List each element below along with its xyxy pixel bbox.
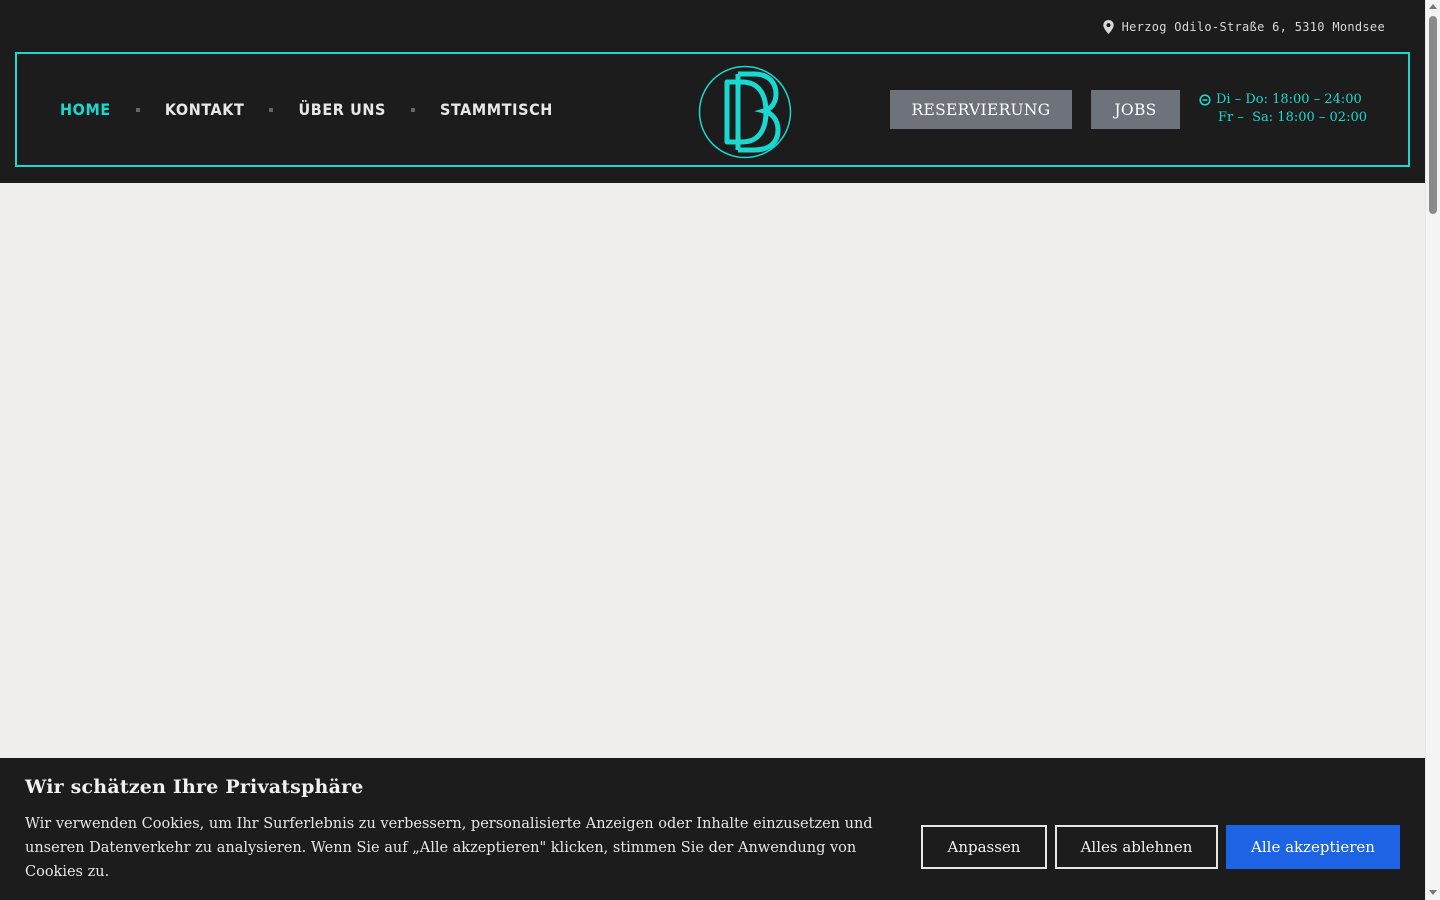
cookie-banner-text: Wir verwenden Cookies, um Ihr Surferlebn… (25, 816, 873, 880)
clock-icon (1199, 94, 1211, 106)
cookie-reject-all-button[interactable]: Alles ablehnen (1055, 825, 1218, 869)
nav-separator (269, 107, 274, 112)
jobs-button[interactable]: JOBS (1091, 90, 1180, 129)
nav-item-kontakt[interactable]: KONTAKT (165, 100, 245, 119)
reservation-button[interactable]: RESERVIERUNG (890, 90, 1072, 129)
nav-item-home[interactable]: HOME (60, 100, 111, 119)
cookie-customize-button[interactable]: Anpassen (921, 825, 1047, 869)
address-bar: Herzog Odilo-Straße 6, 5310 Mondsee (1102, 18, 1385, 36)
cookie-banner: Wir schätzen Ihre Privatsphäre Wir verwe… (0, 758, 1425, 900)
hours-line-1: Di – Do: 18:00 – 24:00 (1216, 92, 1362, 107)
scroll-down-icon[interactable] (1429, 890, 1437, 895)
scroll-thumb[interactable] (1429, 16, 1437, 214)
nav-separator (135, 107, 140, 112)
opening-hours-row: Fr – Sa: 18:00 – 02:00 (1199, 109, 1367, 127)
cookie-accept-all-button[interactable]: Alle akzeptieren (1226, 825, 1400, 869)
location-pin-icon (1102, 20, 1114, 34)
db-monogram-logo[interactable] (698, 65, 792, 159)
address-text: Herzog Odilo-Straße 6, 5310 Mondsee (1121, 20, 1385, 34)
nav-separator (410, 107, 415, 112)
hours-line-2: Fr – Sa: 18:00 – 02:00 (1218, 110, 1367, 125)
nav-item-ueber-uns[interactable]: ÜBER UNS (298, 100, 386, 119)
scroll-up-icon[interactable] (1429, 4, 1437, 9)
site-header: Herzog Odilo-Straße 6, 5310 Mondsee HOME… (0, 0, 1425, 183)
main-navigation-frame: HOME KONTAKT ÜBER UNS STAMMTISCH RESERVI… (15, 52, 1410, 167)
opening-hours-row: Di – Do: 18:00 – 24:00 (1199, 91, 1367, 109)
nav-item-stammtisch[interactable]: STAMMTISCH (440, 100, 553, 119)
vertical-scrollbar[interactable] (1425, 0, 1440, 900)
main-navigation: HOME KONTAKT ÜBER UNS STAMMTISCH (60, 54, 553, 165)
opening-hours: Di – Do: 18:00 – 24:00 Fr – Sa: 18:00 – … (1199, 91, 1367, 127)
cookie-banner-title: Wir schätzen Ihre Privatsphäre (25, 776, 364, 798)
